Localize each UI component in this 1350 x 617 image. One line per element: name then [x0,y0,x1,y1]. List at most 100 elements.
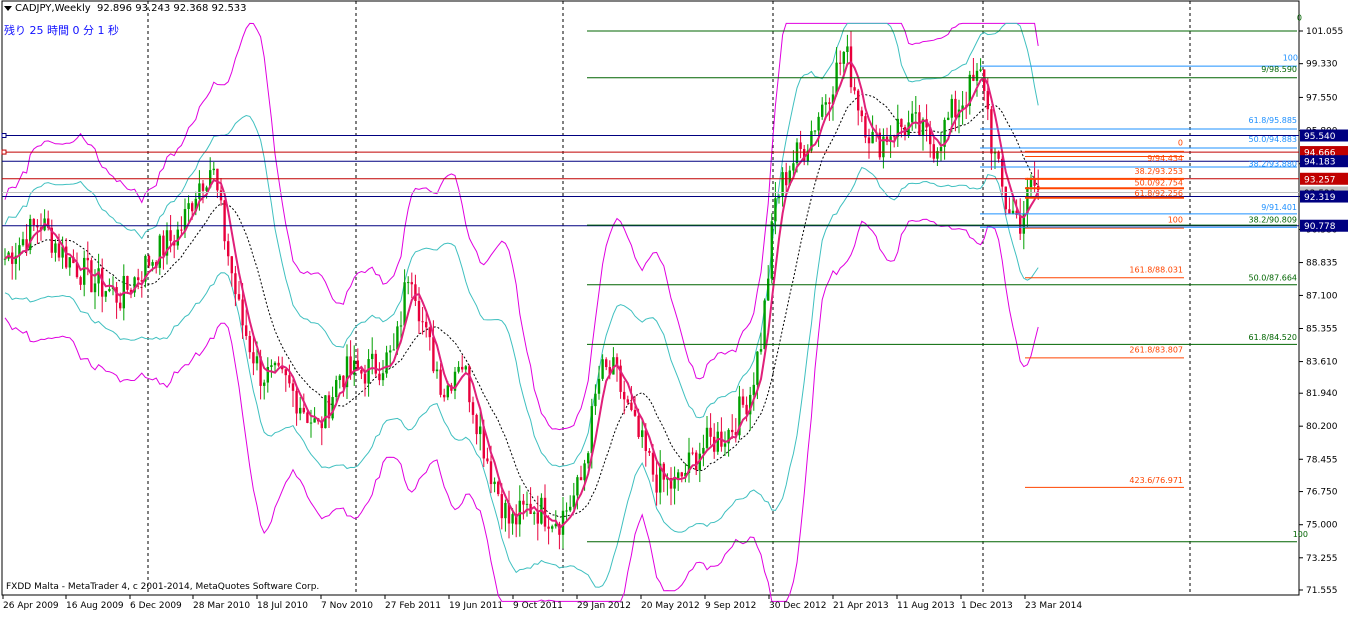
fib-label: 423.6/76.971 [1129,476,1183,485]
candle-body [252,352,255,364]
candle-body [626,399,629,403]
candle-body [54,243,57,253]
candle-body [954,98,957,118]
candle-body [648,450,651,453]
candle-body [273,362,277,366]
candle-body [371,353,374,360]
candle-body [752,384,755,395]
candle-body [695,452,698,470]
candle-body [1011,210,1015,214]
candle-body [914,112,917,114]
y-tick-label: 87.100 [1306,291,1338,301]
candle-body [392,349,395,351]
candle-body [932,144,935,159]
candle-body [237,294,241,300]
candle-body [158,235,161,268]
candle-body [137,277,140,281]
candle-body [425,321,428,328]
candle-body [306,412,309,423]
x-tick-label: 16 Aug 2009 [66,601,124,611]
candle-body [230,256,233,274]
candle-body [597,378,601,394]
candle-body [180,229,183,231]
x-tick-label: 20 May 2012 [641,601,700,611]
candle-body [223,200,226,242]
candle-body [900,118,903,128]
candle-body [162,235,165,256]
candle-body [1001,158,1004,187]
fib-label: 261.8/83.807 [1129,345,1183,354]
candle-body [860,110,863,117]
candle-body [731,429,734,433]
candle-body [90,260,93,293]
candle-body [551,526,554,529]
candle-body [86,257,89,261]
candle-body [32,218,35,226]
candle-body [288,375,291,384]
candle-body [241,299,244,326]
price-badge-label: 95.540 [1304,132,1336,142]
candle-body [497,481,500,495]
candle-body [479,426,482,435]
fib-label: 38.2/90.809 [1249,215,1298,224]
candle-body [630,402,633,410]
candle-body [709,427,712,437]
candle-body [846,46,849,53]
x-tick-label: 9 Oct 2011 [513,601,563,611]
level-handle [1,149,7,155]
candle-body [576,477,579,496]
candle-body [432,337,435,372]
fib-label: 0 [1178,139,1183,148]
y-tick-label: 99.330 [1306,60,1338,70]
fib-label: 161.8/88.031 [1129,266,1183,275]
candle-body [590,406,593,454]
y-tick-label: 76.750 [1306,488,1338,498]
candle-body [468,366,471,403]
x-tick-label: 26 Apr 2009 [3,601,59,611]
candle-body [795,142,799,164]
x-tick-label: 7 Nov 2010 [321,601,373,611]
candle-body [335,380,338,398]
candle-body [255,356,259,364]
candle-body [763,300,766,350]
candle-body [637,415,640,437]
chart-area[interactable]: 0 100 9/98.590 61.8/95.885 0 50.0/94.883 9/94.… [0,0,1350,613]
x-tick-label: 6 Dec 2009 [130,601,182,611]
x-tick-label: 28 Mar 2010 [193,601,250,611]
y-tick-label: 80.200 [1306,422,1338,432]
y-tick-label: 71.555 [1306,586,1338,596]
fib-label: 100 [1168,215,1183,224]
candle-body [104,291,107,297]
candle-body [486,458,489,462]
fib-label: 38.2/93.253 [1135,167,1184,176]
candle-body [864,116,867,138]
fib-label: 50.0/87.664 [1249,273,1298,282]
candle-body [522,500,525,505]
candle-body [119,302,122,309]
chart-header: CADJPY,Weekly 92.896 93.243 92.368 92.53… [4,3,247,14]
candle-body [817,116,820,131]
candle-body [997,151,1000,159]
price-badge-label: 90.778 [1304,222,1336,232]
candle-body [867,137,871,144]
candle-body [533,512,536,514]
candle-body [493,481,496,485]
candle-body [284,369,287,376]
candle-body [1004,186,1007,210]
candle-body [381,373,385,381]
candle-body [911,113,914,123]
x-tick-label: 18 Jul 2010 [257,601,308,611]
candle-body [489,461,493,485]
candle-body [601,359,604,379]
candle-body [79,277,82,285]
candle-body [349,356,352,375]
candle-body [403,282,406,326]
y-tick-label: 97.550 [1306,93,1338,103]
menu-triangle-icon[interactable] [4,5,12,11]
candle-body [705,427,709,448]
price-chart[interactable]: 0 100 9/98.590 61.8/95.885 0 50.0/94.883 9/94.… [0,0,1350,613]
candle-body [525,503,529,505]
candle-body [57,243,61,258]
x-tick-label: 9 Sep 2012 [705,601,756,611]
candle-body [439,369,442,395]
